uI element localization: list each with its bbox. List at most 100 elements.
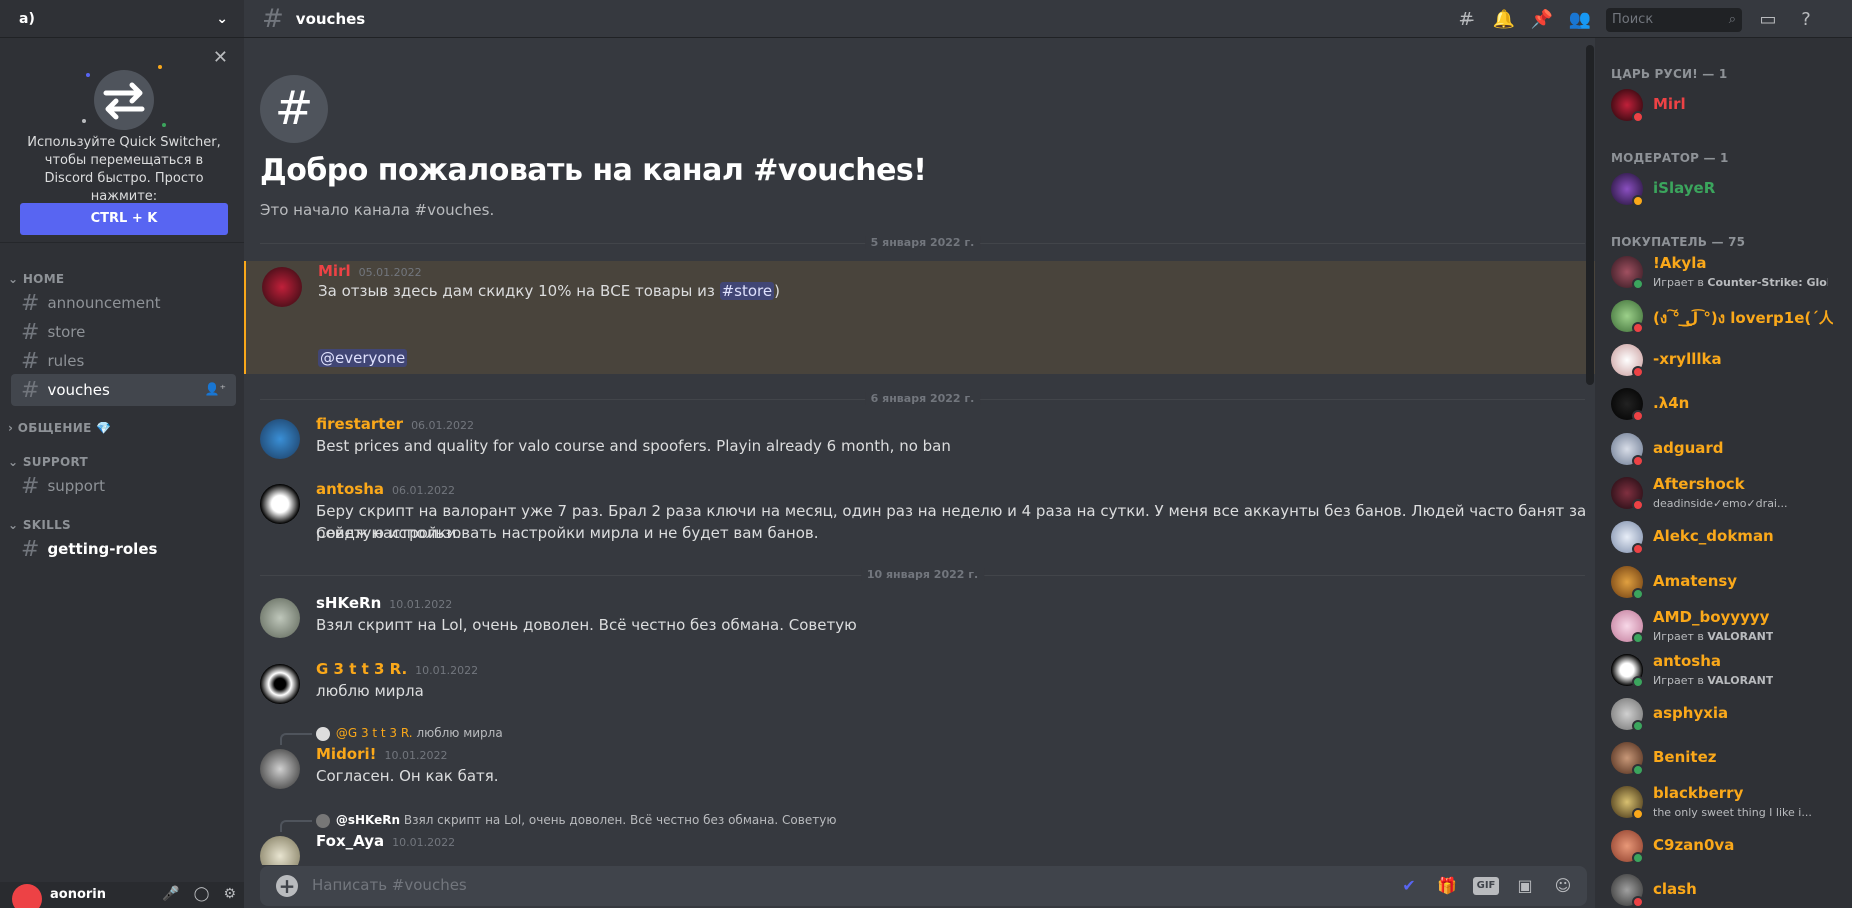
pin-icon[interactable]: 📌: [1530, 9, 1554, 31]
status-icon: [1632, 195, 1644, 207]
member-item[interactable]: antosha Играет в VALORANT: [1603, 648, 1843, 692]
gif-button[interactable]: GIF: [1473, 877, 1499, 895]
sticker-icon[interactable]: ▣: [1513, 874, 1537, 898]
channel-header: # vouches #̶ 🔔 📌 👥 Поиск ⌕ ▭ ?: [244, 0, 1852, 38]
hash-icon: #: [21, 377, 40, 403]
category-chat[interactable]: › ОБЩЕНИЕ 💎: [8, 421, 111, 435]
message-text: Согласен. Он как батя.: [316, 767, 499, 785]
author-name[interactable]: Fox_Aya: [316, 832, 384, 850]
message-text: Best prices and quality for valo course …: [316, 437, 951, 455]
quick-switcher-icon: [82, 65, 166, 130]
close-icon[interactable]: ✕: [213, 49, 228, 67]
reply-preview[interactable]: @sHKeRn Взял скрипт на Lol, очень доволе…: [316, 813, 836, 828]
search-icon: ⌕: [1728, 12, 1736, 27]
channel-mention[interactable]: #store: [719, 282, 775, 300]
channel-rules[interactable]: # rules: [11, 345, 236, 377]
status-icon: [1632, 499, 1644, 511]
hash-icon: #: [21, 348, 40, 374]
avatar[interactable]: [260, 484, 300, 524]
message: firestarter 06.01.2022 Best prices and qu…: [244, 415, 1595, 465]
ctrl-k-button[interactable]: CTRL + K: [20, 203, 228, 235]
avatar[interactable]: [260, 419, 300, 459]
message: @sHKeRn Взял скрипт на Lol, очень доволе…: [244, 813, 1595, 865]
author-name[interactable]: Mirl: [318, 262, 351, 280]
member-item[interactable]: adguard: [1603, 427, 1843, 471]
member-item[interactable]: Alekc_dokman: [1603, 515, 1843, 559]
mute-icon[interactable]: 🎤: [162, 886, 179, 902]
member-group-title: ЦАРЬ РУСИ! — 1: [1611, 67, 1728, 81]
hash-icon: #: [21, 290, 40, 316]
message-text: Советую использовать настройки мирла и н…: [316, 524, 819, 542]
member-item[interactable]: -xrylllka: [1603, 338, 1843, 382]
search-input[interactable]: Поиск ⌕: [1606, 8, 1742, 32]
member-item[interactable]: Benitez: [1603, 736, 1843, 780]
category-home[interactable]: ⌄ HOME: [8, 272, 64, 286]
server-header[interactable]: a) ⌄: [0, 0, 244, 38]
message-composer[interactable]: + Написать #vouches ✔ 🎁 GIF ▣ ☺: [260, 866, 1587, 906]
member-item[interactable]: C9zan0va: [1603, 824, 1843, 868]
status-icon: [1632, 410, 1644, 422]
member-item[interactable]: blackberry the only sweet thing I like i…: [1603, 780, 1843, 824]
member-item[interactable]: AMD_boyyyyy Играет в VALORANT: [1603, 604, 1843, 648]
member-item[interactable]: Amatensy: [1603, 560, 1843, 604]
member-item[interactable]: iSlayeR: [1603, 167, 1843, 211]
headphones-icon[interactable]: ◯: [194, 886, 210, 902]
member-activity: deadinside✓emo✓drai...: [1653, 497, 1788, 510]
scrollbar[interactable]: [1586, 45, 1594, 385]
message-input[interactable]: Написать #vouches: [312, 876, 467, 894]
channel-support[interactable]: # support: [11, 470, 236, 502]
author-name[interactable]: sHKeRn: [316, 594, 381, 612]
timestamp: 10.01.2022: [384, 749, 448, 762]
status-icon: [1632, 455, 1644, 467]
member-item[interactable]: !Akyla Играет в Counter-Strike: Glob...: [1603, 250, 1843, 294]
gift-icon[interactable]: 🎁: [1435, 874, 1459, 898]
welcome-title: Добро пожаловать на канал #vouches!: [260, 153, 927, 188]
member-item[interactable]: Aftershock deadinside✓emo✓drai...: [1603, 471, 1843, 515]
member-item[interactable]: clash: [1603, 868, 1843, 908]
category-support[interactable]: ⌄ SUPPORT: [8, 455, 88, 469]
author-name[interactable]: G 3 t t 3 R.: [316, 660, 407, 678]
timestamp: 05.01.2022: [358, 266, 422, 279]
author-name[interactable]: Midori!: [316, 745, 377, 763]
add-member-icon[interactable]: 👤⁺: [205, 382, 226, 396]
bell-icon[interactable]: 🔔: [1492, 9, 1516, 31]
plus-icon[interactable]: +: [276, 875, 298, 897]
author-name[interactable]: antosha: [316, 480, 384, 498]
channel-getting-roles[interactable]: # getting-roles: [11, 533, 236, 565]
reply-preview[interactable]: @G 3 t t 3 R. люблю мирла: [316, 726, 503, 741]
status-icon: [1632, 278, 1644, 290]
avatar[interactable]: [260, 836, 300, 865]
avatar[interactable]: [260, 598, 300, 638]
timestamp: 06.01.2022: [411, 419, 475, 432]
message-list: # Добро пожаловать на канал #vouches! Эт…: [244, 38, 1595, 865]
channel-store[interactable]: # store: [11, 316, 236, 348]
avatar[interactable]: [260, 664, 300, 704]
member-item[interactable]: asphyxia: [1603, 692, 1843, 736]
member-activity: Играет в VALORANT: [1653, 674, 1774, 687]
category-skills[interactable]: ⌄ SKILLS: [8, 518, 71, 532]
author-name[interactable]: firestarter: [316, 415, 403, 433]
emoji-icon[interactable]: ☺: [1551, 874, 1575, 898]
message: sHKeRn 10.01.2022 Взял скрипт на Lol, оче…: [244, 594, 1595, 644]
members-icon[interactable]: 👥: [1568, 9, 1592, 31]
threads-icon[interactable]: #̶: [1454, 9, 1478, 31]
channel-vouches[interactable]: # vouches 👤⁺: [11, 374, 236, 406]
member-item[interactable]: Mirl: [1603, 83, 1843, 127]
status-icon: [1632, 676, 1644, 688]
member-item[interactable]: (ง ͠° ͟ل͜ ͡°)ง loverp1e(´人`): [1603, 294, 1843, 338]
inbox-icon[interactable]: ▭: [1756, 9, 1780, 31]
member-activity: Играет в VALORANT: [1653, 630, 1774, 643]
help-icon[interactable]: ?: [1794, 9, 1818, 31]
hash-icon: #: [21, 536, 40, 562]
gear-icon[interactable]: ⚙: [223, 886, 236, 902]
avatar[interactable]: [12, 884, 42, 908]
member-item[interactable]: .λ4n: [1603, 382, 1843, 426]
member-group-title: ПОКУПАТЕЛЬ — 75: [1611, 235, 1746, 249]
nitro-badge-icon[interactable]: ✔: [1397, 874, 1421, 898]
avatar[interactable]: [262, 267, 302, 307]
everyone-mention[interactable]: @everyone: [318, 349, 408, 367]
member-activity: the only sweet thing I like i...: [1653, 806, 1812, 819]
avatar[interactable]: [260, 749, 300, 789]
channel-announcement[interactable]: # announcement: [11, 287, 236, 319]
member-group-title: МОДЕРАТОР — 1: [1611, 151, 1729, 165]
